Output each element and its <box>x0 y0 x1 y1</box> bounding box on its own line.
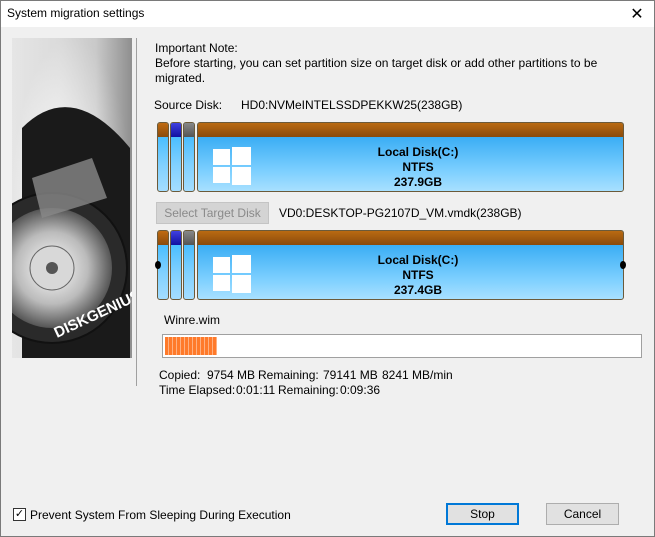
copy-rate: 8241 MB/min <box>382 368 453 382</box>
copied-value: 9754 MB <box>207 368 256 382</box>
progress-bar-fill <box>165 337 217 355</box>
source-partition-small-1[interactable] <box>157 122 169 192</box>
windows-logo-icon <box>213 147 251 185</box>
prevent-sleep-checkbox[interactable]: ✓ <box>13 508 26 521</box>
current-file-label: Winre.wim <box>164 313 220 327</box>
target-partition-name: Local Disk(C:) <box>377 253 459 267</box>
remaining-size-label: Remaining: <box>258 368 319 382</box>
time-elapsed-label: Time Elapsed: <box>159 383 236 397</box>
resize-handle-left-icon[interactable] <box>155 261 161 269</box>
window-title: System migration settings <box>7 6 145 20</box>
remaining-size-value: 79141 MB <box>323 368 378 382</box>
vertical-divider <box>136 38 137 386</box>
migration-dialog: System migration settings ✕ DISKGENIUS I… <box>0 0 655 537</box>
cancel-button[interactable]: Cancel <box>546 503 619 525</box>
source-partition-fs: NTFS <box>402 160 434 174</box>
target-partition-main[interactable]: Local Disk(C:) NTFS 237.4GB <box>197 230 624 300</box>
select-target-disk-button[interactable]: Select Target Disk <box>156 202 269 224</box>
time-elapsed-value: 0:01:11 <box>236 383 276 397</box>
note-heading: Important Note: <box>155 41 238 55</box>
title-bar: System migration settings ✕ <box>1 1 654 27</box>
note-line-2: migrated. <box>155 71 206 85</box>
target-partition-small-3[interactable] <box>183 230 195 300</box>
source-partition-small-2[interactable] <box>170 122 182 192</box>
stop-button[interactable]: Stop <box>446 503 519 525</box>
resize-handle-right-icon[interactable] <box>620 261 626 269</box>
target-partition-small-2[interactable] <box>170 230 182 300</box>
diskgenius-banner-image: DISKGENIUS <box>12 38 132 358</box>
close-icon[interactable]: ✕ <box>620 1 654 27</box>
copied-label: Copied: <box>159 368 201 382</box>
windows-logo-icon <box>213 255 251 293</box>
target-partition-size: 237.4GB <box>393 283 443 297</box>
time-remaining-value: 0:09:36 <box>340 383 381 397</box>
source-disk-label: Source Disk: <box>154 98 223 112</box>
note-line-1: Before starting, you can set partition s… <box>155 56 598 70</box>
source-partition-small-3[interactable] <box>183 122 195 192</box>
target-disk-value: VD0:DESKTOP-PG2107D_VM.vmdk(238GB) <box>279 206 522 220</box>
progress-bar <box>162 334 642 358</box>
source-disk-value: HD0:NVMeINTELSSDPEKKW25(238GB) <box>241 98 463 112</box>
source-disk-map[interactable]: Local Disk(C:) NTFS 237.9GB <box>157 122 624 192</box>
source-partition-size: 237.9GB <box>393 175 443 189</box>
target-partition-info: Local Disk(C:) NTFS 237.4GB <box>338 253 498 298</box>
source-partition-name: Local Disk(C:) <box>377 145 459 159</box>
target-disk-map[interactable]: Local Disk(C:) NTFS 237.4GB <box>155 230 626 300</box>
time-remaining-label: Remaining: <box>278 383 339 397</box>
source-partition-info: Local Disk(C:) NTFS 237.9GB <box>338 145 498 190</box>
source-partition-main[interactable]: Local Disk(C:) NTFS 237.9GB <box>197 122 624 192</box>
prevent-sleep-label[interactable]: Prevent System From Sleeping During Exec… <box>30 508 291 522</box>
target-partition-fs: NTFS <box>402 268 434 282</box>
